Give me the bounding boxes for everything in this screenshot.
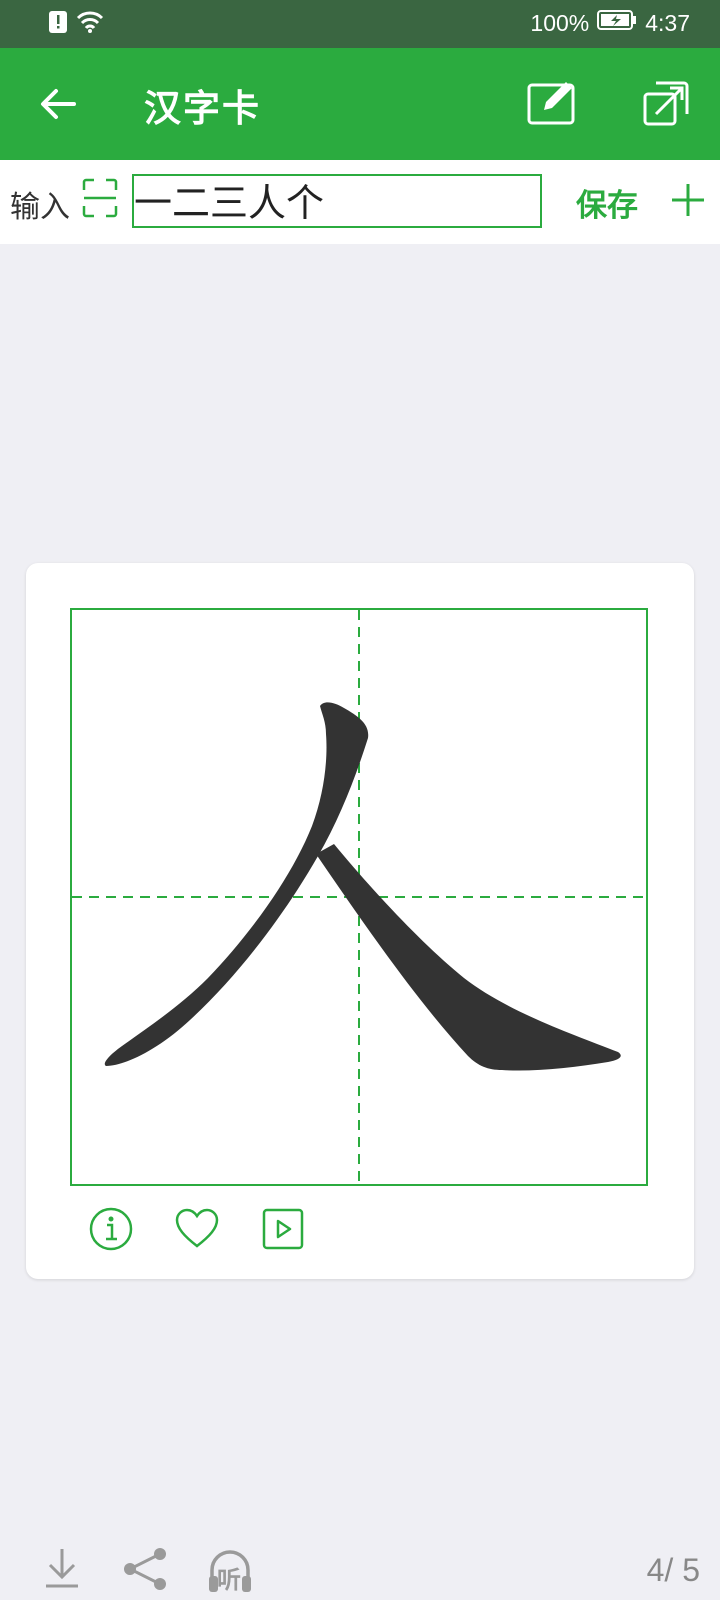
card-actions [88, 1206, 306, 1252]
plus-icon[interactable] [670, 182, 706, 218]
character-glyph [104, 702, 621, 1071]
status-bar: 100% 4:37 [0, 0, 720, 48]
tian-grid [70, 608, 648, 1186]
input-bar: 输入 一二三人个 保存 [0, 160, 720, 244]
battery-text: 100% [530, 9, 590, 36]
input-label: 输入 [10, 190, 70, 225]
scan-icon[interactable] [82, 178, 118, 222]
edit-icon[interactable] [526, 80, 580, 128]
character-input[interactable]: 一二三人个 [132, 174, 542, 228]
listen-icon[interactable]: 听 [206, 1546, 254, 1594]
wifi-icon [76, 10, 104, 38]
bottom-toolbar: 听 4/ 5 [0, 1540, 720, 1600]
battery-charging-icon [597, 9, 637, 37]
alert-icon [48, 10, 68, 38]
download-icon[interactable] [44, 1546, 80, 1594]
character-card [26, 563, 694, 1279]
back-arrow-icon[interactable] [36, 82, 80, 126]
expand-icon[interactable] [642, 80, 690, 128]
page-title: 汉字卡 [144, 87, 261, 130]
play-icon[interactable] [260, 1206, 306, 1252]
listen-label: 听 [217, 1566, 241, 1594]
share-icon[interactable] [122, 1546, 170, 1596]
save-button[interactable]: 保存 [576, 180, 638, 225]
page-indicator: 4/ 5 [646, 1552, 700, 1588]
heart-icon[interactable] [174, 1206, 220, 1252]
app-bar: 汉字卡 [0, 48, 720, 160]
info-icon[interactable] [88, 1206, 134, 1252]
clock: 4:37 [645, 9, 690, 36]
